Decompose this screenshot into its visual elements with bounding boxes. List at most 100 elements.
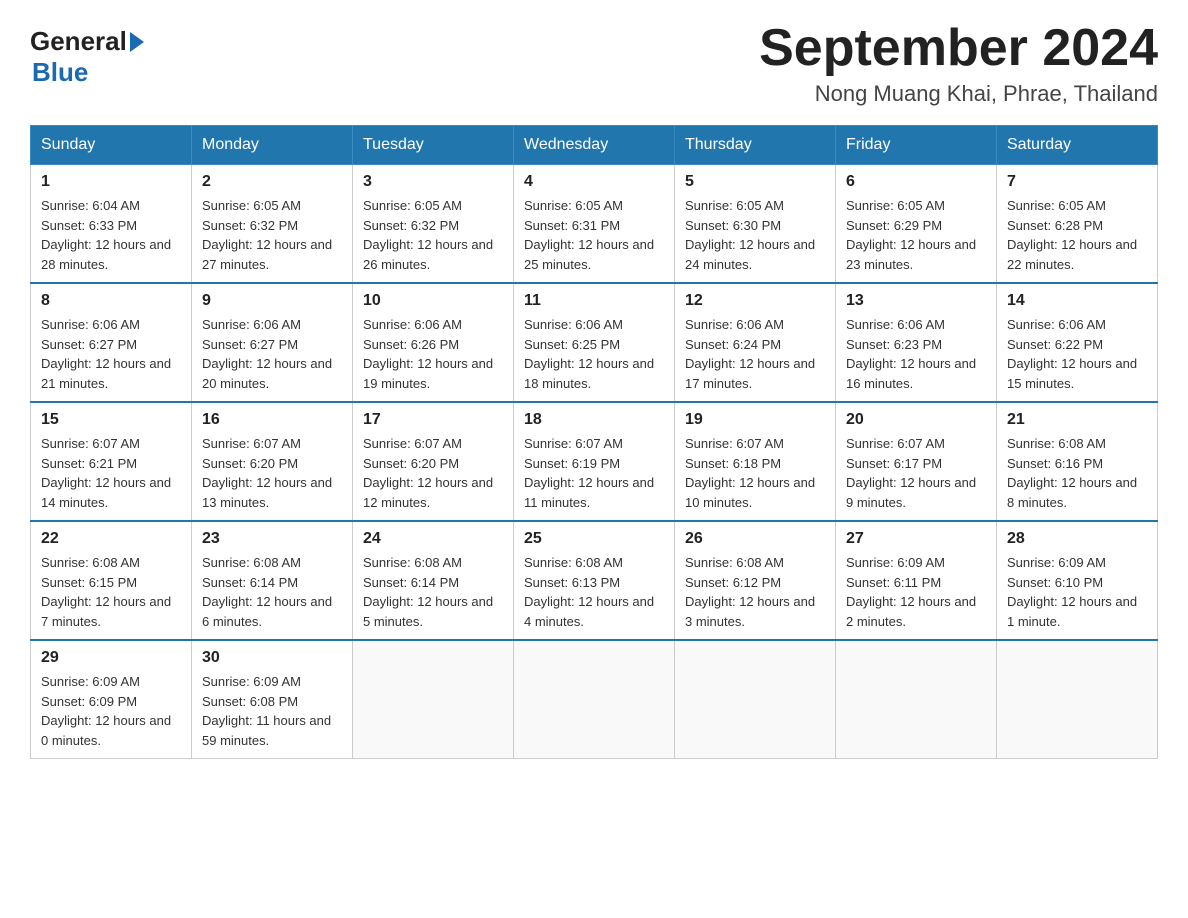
day-number: 4	[524, 173, 664, 191]
title-section: September 2024 Nong Muang Khai, Phrae, T…	[759, 20, 1158, 107]
day-number: 30	[202, 649, 342, 667]
calendar-day-cell: 30Sunrise: 6:09 AMSunset: 6:08 PMDayligh…	[192, 640, 353, 759]
calendar-day-cell: 13 Sunrise: 6:06 AMSunset: 6:23 PMDayligh…	[836, 283, 997, 402]
day-info: Sunrise: 6:05 AMSunset: 6:32 PMDaylight:…	[363, 196, 503, 274]
day-info: Sunrise: 6:06 AMSunset: 6:27 PMDaylight:…	[41, 315, 181, 393]
day-info: Sunrise: 6:06 AMSunset: 6:25 PMDaylight:…	[524, 315, 664, 393]
day-info: Sunrise: 6:04 AMSunset: 6:33 PMDaylight:…	[41, 196, 181, 274]
day-number: 10	[363, 292, 503, 310]
calendar-day-cell: 10 Sunrise: 6:06 AMSunset: 6:26 PMDayligh…	[353, 283, 514, 402]
day-number: 22	[41, 530, 181, 548]
calendar-day-cell	[353, 640, 514, 759]
day-number: 27	[846, 530, 986, 548]
calendar-day-header: Saturday	[997, 126, 1158, 165]
day-number: 15	[41, 411, 181, 429]
day-info: Sunrise: 6:08 AMSunset: 6:14 PMDaylight:…	[363, 553, 503, 631]
day-number: 11	[524, 292, 664, 310]
calendar-day-header: Thursday	[675, 126, 836, 165]
calendar-day-cell: 14Sunrise: 6:06 AMSunset: 6:22 PMDayligh…	[997, 283, 1158, 402]
day-info: Sunrise: 6:06 AMSunset: 6:22 PMDaylight:…	[1007, 315, 1147, 393]
calendar-day-cell: 28 Sunrise: 6:09 AMSunset: 6:10 PMDayligh…	[997, 521, 1158, 640]
calendar-day-cell: 21 Sunrise: 6:08 AMSunset: 6:16 PMDayligh…	[997, 402, 1158, 521]
day-number: 29	[41, 649, 181, 667]
calendar-day-cell: 12 Sunrise: 6:06 AMSunset: 6:24 PMDayligh…	[675, 283, 836, 402]
day-info: Sunrise: 6:07 AMSunset: 6:19 PMDaylight:…	[524, 434, 664, 512]
calendar-day-cell: 29 Sunrise: 6:09 AMSunset: 6:09 PMDayligh…	[31, 640, 192, 759]
day-number: 23	[202, 530, 342, 548]
calendar-day-cell: 6Sunrise: 6:05 AMSunset: 6:29 PMDaylight…	[836, 165, 997, 284]
day-number: 2	[202, 173, 342, 191]
day-number: 21	[1007, 411, 1147, 429]
calendar-day-cell: 8 Sunrise: 6:06 AMSunset: 6:27 PMDaylight…	[31, 283, 192, 402]
calendar-day-cell: 19 Sunrise: 6:07 AMSunset: 6:18 PMDayligh…	[675, 402, 836, 521]
calendar-week-row: 29 Sunrise: 6:09 AMSunset: 6:09 PMDayligh…	[31, 640, 1158, 759]
calendar-day-header: Monday	[192, 126, 353, 165]
day-number: 16	[202, 411, 342, 429]
day-info: Sunrise: 6:05 AMSunset: 6:31 PMDaylight:…	[524, 196, 664, 274]
calendar-day-cell: 1 Sunrise: 6:04 AMSunset: 6:33 PMDaylight…	[31, 165, 192, 284]
calendar-day-cell: 23Sunrise: 6:08 AMSunset: 6:14 PMDayligh…	[192, 521, 353, 640]
page-subtitle: Nong Muang Khai, Phrae, Thailand	[759, 81, 1158, 107]
day-number: 20	[846, 411, 986, 429]
day-info: Sunrise: 6:06 AMSunset: 6:27 PMDaylight:…	[202, 315, 342, 393]
day-number: 1	[41, 173, 181, 191]
calendar-day-cell: 20Sunrise: 6:07 AMSunset: 6:17 PMDayligh…	[836, 402, 997, 521]
calendar-week-row: 15 Sunrise: 6:07 AMSunset: 6:21 PMDayligh…	[31, 402, 1158, 521]
calendar-week-row: 1 Sunrise: 6:04 AMSunset: 6:33 PMDaylight…	[31, 165, 1158, 284]
day-info: Sunrise: 6:07 AMSunset: 6:20 PMDaylight:…	[202, 434, 342, 512]
calendar-day-cell: 22 Sunrise: 6:08 AMSunset: 6:15 PMDayligh…	[31, 521, 192, 640]
logo-arrow-icon	[130, 32, 144, 52]
day-info: Sunrise: 6:09 AMSunset: 6:09 PMDaylight:…	[41, 672, 181, 750]
day-number: 28	[1007, 530, 1147, 548]
day-number: 18	[524, 411, 664, 429]
page-title: September 2024	[759, 20, 1158, 77]
calendar-day-cell: 18 Sunrise: 6:07 AMSunset: 6:19 PMDayligh…	[514, 402, 675, 521]
logo-blue-text: Blue	[32, 57, 88, 87]
day-number: 17	[363, 411, 503, 429]
day-info: Sunrise: 6:08 AMSunset: 6:13 PMDaylight:…	[524, 553, 664, 631]
logo: General Blue	[30, 20, 144, 88]
day-info: Sunrise: 6:09 AMSunset: 6:11 PMDaylight:…	[846, 553, 986, 631]
page-header: General Blue September 2024 Nong Muang K…	[30, 20, 1158, 107]
day-number: 12	[685, 292, 825, 310]
day-info: Sunrise: 6:06 AMSunset: 6:26 PMDaylight:…	[363, 315, 503, 393]
day-number: 26	[685, 530, 825, 548]
calendar-day-cell: 11 Sunrise: 6:06 AMSunset: 6:25 PMDayligh…	[514, 283, 675, 402]
calendar-day-cell	[997, 640, 1158, 759]
day-number: 13	[846, 292, 986, 310]
calendar-day-header: Sunday	[31, 126, 192, 165]
calendar-day-cell: 5Sunrise: 6:05 AMSunset: 6:30 PMDaylight…	[675, 165, 836, 284]
calendar-week-row: 8 Sunrise: 6:06 AMSunset: 6:27 PMDaylight…	[31, 283, 1158, 402]
calendar-day-header: Wednesday	[514, 126, 675, 165]
day-number: 3	[363, 173, 503, 191]
calendar-day-cell: 24 Sunrise: 6:08 AMSunset: 6:14 PMDayligh…	[353, 521, 514, 640]
calendar-day-cell	[675, 640, 836, 759]
day-info: Sunrise: 6:05 AMSunset: 6:28 PMDaylight:…	[1007, 196, 1147, 274]
day-number: 8	[41, 292, 181, 310]
calendar-day-cell: 25 Sunrise: 6:08 AMSunset: 6:13 PMDayligh…	[514, 521, 675, 640]
day-info: Sunrise: 6:06 AMSunset: 6:23 PMDaylight:…	[846, 315, 986, 393]
calendar-day-cell: 15 Sunrise: 6:07 AMSunset: 6:21 PMDayligh…	[31, 402, 192, 521]
day-info: Sunrise: 6:05 AMSunset: 6:29 PMDaylight:…	[846, 196, 986, 274]
day-number: 24	[363, 530, 503, 548]
calendar-day-cell: 17Sunrise: 6:07 AMSunset: 6:20 PMDayligh…	[353, 402, 514, 521]
logo-general-text: General	[30, 26, 127, 57]
calendar-day-cell: 2 Sunrise: 6:05 AMSunset: 6:32 PMDaylight…	[192, 165, 353, 284]
day-info: Sunrise: 6:09 AMSunset: 6:10 PMDaylight:…	[1007, 553, 1147, 631]
day-info: Sunrise: 6:07 AMSunset: 6:18 PMDaylight:…	[685, 434, 825, 512]
day-info: Sunrise: 6:08 AMSunset: 6:16 PMDaylight:…	[1007, 434, 1147, 512]
day-number: 25	[524, 530, 664, 548]
calendar-table: SundayMondayTuesdayWednesdayThursdayFrid…	[30, 125, 1158, 759]
day-info: Sunrise: 6:07 AMSunset: 6:21 PMDaylight:…	[41, 434, 181, 512]
day-number: 19	[685, 411, 825, 429]
day-info: Sunrise: 6:05 AMSunset: 6:32 PMDaylight:…	[202, 196, 342, 274]
calendar-day-cell	[514, 640, 675, 759]
day-number: 5	[685, 173, 825, 191]
day-info: Sunrise: 6:08 AMSunset: 6:15 PMDaylight:…	[41, 553, 181, 631]
calendar-day-cell: 27 Sunrise: 6:09 AMSunset: 6:11 PMDayligh…	[836, 521, 997, 640]
calendar-day-header: Friday	[836, 126, 997, 165]
day-info: Sunrise: 6:06 AMSunset: 6:24 PMDaylight:…	[685, 315, 825, 393]
calendar-day-cell: 9Sunrise: 6:06 AMSunset: 6:27 PMDaylight…	[192, 283, 353, 402]
day-info: Sunrise: 6:08 AMSunset: 6:12 PMDaylight:…	[685, 553, 825, 631]
calendar-day-cell: 16 Sunrise: 6:07 AMSunset: 6:20 PMDayligh…	[192, 402, 353, 521]
